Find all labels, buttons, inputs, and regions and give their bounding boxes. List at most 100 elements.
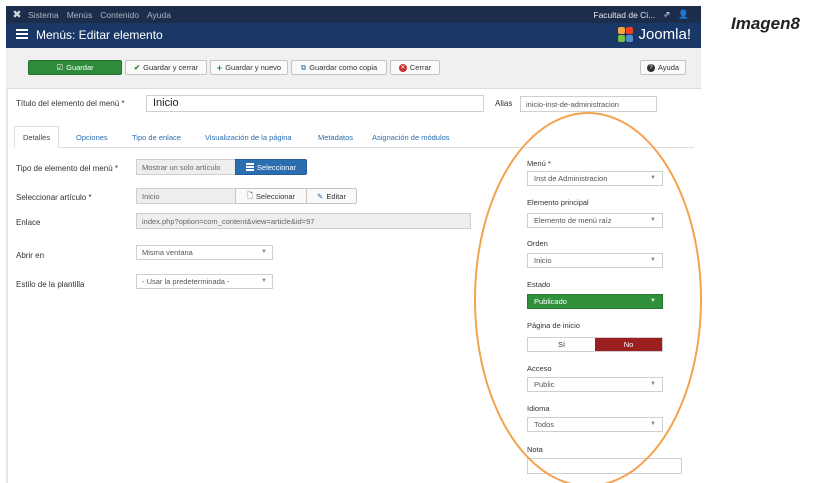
toolbar: ☑ Guardar ✔ Guardar y cerrar + Guardar y…: [6, 48, 701, 89]
chevron-down-icon: ▼: [650, 175, 656, 181]
article-select-button[interactable]: 🗋 Seleccionar: [235, 188, 307, 204]
tab-visualizacion[interactable]: Visualización de la página: [197, 126, 300, 148]
template-style-value: - Usar la predeterminada -: [142, 277, 230, 286]
menu-list-icon: [16, 29, 28, 41]
save-button[interactable]: ☑ Guardar: [28, 60, 122, 75]
open-in-value: Misma ventana: [142, 248, 193, 257]
copy-icon: ⧉: [300, 62, 307, 72]
joomla-wordmark: Joomla!: [638, 26, 691, 43]
plus-icon: +: [216, 62, 223, 73]
close-label: Cerrar: [409, 63, 432, 72]
help-label: Ayuda: [657, 63, 680, 72]
menu-ayuda[interactable]: Ayuda: [147, 10, 171, 20]
status-value: Publicado: [534, 297, 567, 306]
order-value: Inicio: [534, 256, 552, 265]
close-icon: ✕: [398, 63, 407, 72]
site-name-link[interactable]: Facultad de Ci...: [593, 10, 655, 20]
close-button[interactable]: ✕ Cerrar: [390, 60, 440, 75]
template-style-select[interactable]: - Usar la predeterminada - ▼: [136, 274, 273, 289]
chevron-down-icon: ▼: [650, 381, 656, 387]
left-edge: [6, 89, 8, 483]
link-value: index.php?option=com_content&view=articl…: [136, 213, 471, 229]
chevron-down-icon: ▼: [650, 257, 656, 263]
figure-caption: Imagen8: [731, 14, 800, 33]
article-value: Inicio: [136, 188, 236, 204]
save-close-label: Guardar y cerrar: [143, 63, 199, 72]
menu-sistema[interactable]: Sistema: [28, 10, 59, 20]
order-select[interactable]: Inicio ▼: [527, 253, 663, 268]
topbar-right: Facultad de Ci... ⇗ 👤: [593, 6, 689, 23]
save-copy-button[interactable]: ⧉ Guardar como copia: [291, 60, 387, 75]
title-input[interactable]: Inicio: [146, 95, 484, 112]
template-style-label: Estilo de la plantilla: [16, 280, 85, 289]
status-select[interactable]: Publicado ▼: [527, 294, 663, 309]
save-label: Guardar: [66, 63, 94, 72]
edit-icon: ✎: [317, 191, 324, 201]
joomla-logo-icon: [618, 26, 634, 43]
language-select[interactable]: Todos ▼: [527, 417, 663, 432]
save-new-button[interactable]: + Guardar y nuevo: [210, 60, 288, 75]
menu-menus[interactable]: Menús: [67, 10, 93, 20]
parent-label: Elemento principal: [527, 198, 589, 207]
parent-value: Elemento de menú raíz: [534, 216, 612, 225]
admin-topbar: ✖ Sistema Menús Contenido Ayuda Facultad…: [6, 6, 701, 23]
language-value: Todos: [534, 420, 555, 429]
joomla-brand: Joomla!: [618, 26, 691, 43]
parent-select[interactable]: Elemento de menú raíz ▼: [527, 213, 663, 228]
language-label: Idioma: [527, 404, 550, 413]
external-link-icon[interactable]: ⇗: [663, 9, 670, 20]
help-icon: ?: [646, 63, 655, 72]
joomla-admin-screen: ✖ Sistema Menús Contenido Ayuda Facultad…: [6, 6, 701, 483]
type-select-label: Seleccionar: [256, 162, 297, 172]
chevron-down-icon: ▼: [261, 249, 267, 255]
alias-label: Alias: [495, 99, 513, 108]
note-input[interactable]: [527, 458, 682, 474]
page-header: Menús: Editar elemento Joomla!: [6, 23, 701, 48]
open-in-label: Abrir en: [16, 251, 45, 260]
check-icon: ✔: [133, 63, 141, 72]
menu-contenido[interactable]: Contenido: [100, 10, 139, 20]
save-copy-label: Guardar como copia: [309, 63, 378, 72]
type-label: Tipo de elemento del menú *: [16, 164, 118, 173]
help-button[interactable]: ? Ayuda: [640, 60, 686, 75]
title-label: Título del elemento del menú *: [16, 99, 125, 108]
link-label: Enlace: [16, 218, 41, 227]
save-close-button[interactable]: ✔ Guardar y cerrar: [125, 60, 207, 75]
tab-tipo-enlace[interactable]: Tipo de enlace: [124, 126, 189, 148]
type-value: Mostrar un solo artículo: [136, 159, 236, 175]
chevron-down-icon: ▼: [650, 217, 656, 223]
chevron-down-icon: ▼: [261, 278, 267, 284]
menu-select[interactable]: Inst de Administracion ▼: [527, 171, 663, 186]
home-label: Página de inicio: [527, 321, 580, 330]
save-icon: ☑: [56, 63, 64, 72]
chevron-down-icon: ▼: [650, 421, 656, 427]
access-select[interactable]: Public ▼: [527, 377, 663, 392]
tab-opciones[interactable]: Opciones: [68, 126, 116, 148]
menu-label: Menú *: [527, 159, 551, 168]
article-select-label: Seleccionar: [255, 191, 296, 201]
menu-value: Inst de Administracion: [534, 174, 608, 183]
type-select-button[interactable]: Seleccionar: [235, 159, 307, 175]
article-edit-button[interactable]: ✎ Editar: [306, 188, 357, 204]
open-in-select[interactable]: Misma ventana ▼: [136, 245, 273, 260]
status-label: Estado: [527, 280, 551, 289]
tab-detalles[interactable]: Detalles: [14, 126, 60, 148]
user-icon[interactable]: 👤: [678, 9, 689, 20]
top-menu: Sistema Menús Contenido Ayuda: [28, 10, 171, 20]
home-yes-button[interactable]: Sí: [528, 338, 595, 351]
chevron-down-icon: ▼: [650, 298, 656, 304]
note-label: Nota: [527, 445, 543, 454]
access-label: Acceso: [527, 364, 552, 373]
home-no-button[interactable]: No: [595, 338, 662, 351]
file-icon: 🗋: [246, 190, 253, 200]
alias-input[interactable]: inicio-inst-de-administracion: [520, 96, 657, 112]
article-edit-label: Editar: [326, 191, 346, 201]
save-new-label: Guardar y nuevo: [225, 63, 282, 72]
joomla-small-icon[interactable]: ✖: [6, 8, 28, 21]
tab-metadatos[interactable]: Metadatos: [310, 126, 361, 148]
page-title: Menús: Editar elemento: [36, 28, 163, 42]
tab-bar: Detalles Opciones Tipo de enlace Visuali…: [14, 126, 694, 148]
access-value: Public: [534, 380, 555, 389]
tab-asignacion-modulos[interactable]: Asignación de módulos: [364, 126, 458, 148]
home-toggle: Sí No: [527, 337, 663, 352]
